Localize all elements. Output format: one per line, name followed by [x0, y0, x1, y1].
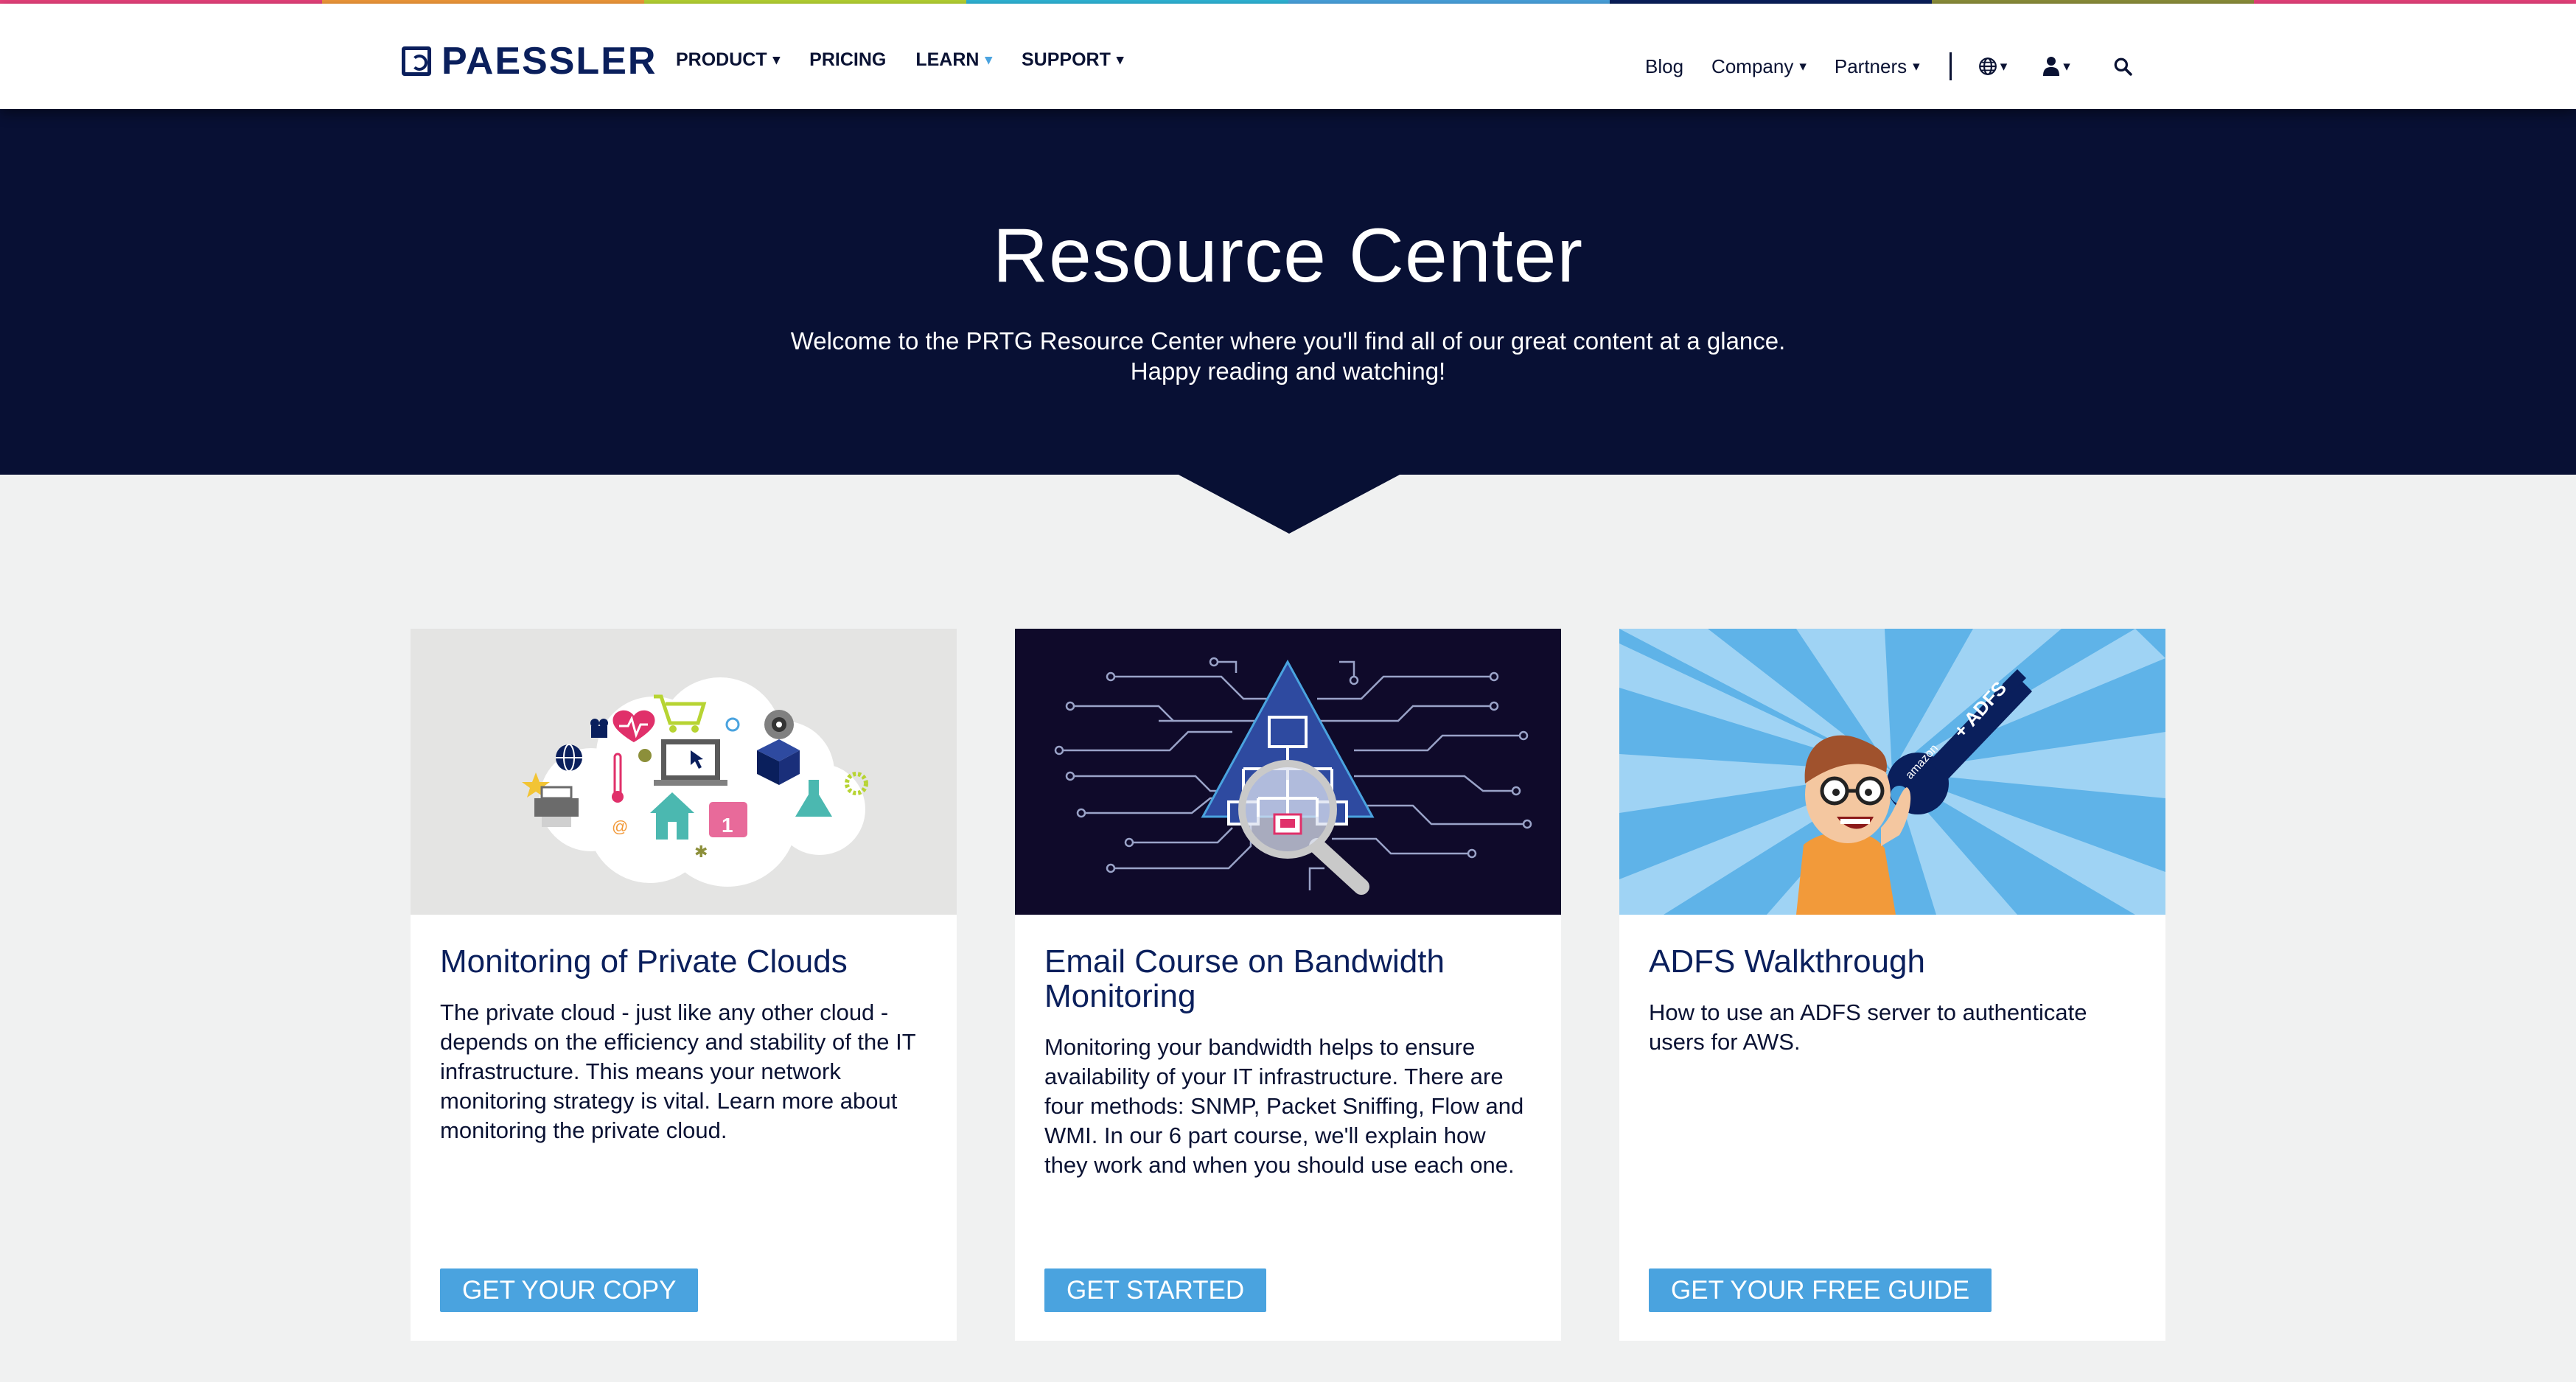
nav-divider: [1949, 52, 1952, 80]
nav-support[interactable]: SUPPORT ▾: [1022, 49, 1123, 71]
card-description: The private cloud - just like any other …: [440, 999, 916, 1143]
video-camera-icon: [590, 719, 608, 738]
card-description: How to use an ADFS server to authenticat…: [1649, 999, 2087, 1055]
circuit-magnifier-illustration: [1054, 657, 1532, 895]
hero-subtitle-line-2: Happy reading and watching!: [1130, 357, 1446, 385]
nav-product-label: PRODUCT: [676, 49, 767, 70]
nav-learn-label: LEARN: [915, 49, 980, 70]
chevron-down-icon: ▾: [2000, 58, 2008, 74]
search-icon: [2114, 57, 2132, 76]
chevron-down-icon: ▾: [1913, 58, 1920, 74]
get-your-free-guide-button[interactable]: GET YOUR FREE GUIDE: [1649, 1268, 1992, 1312]
nav-product[interactable]: PRODUCT ▾: [676, 49, 780, 71]
resource-card: Email Course on Bandwidth Monitoring Mon…: [1015, 629, 1561, 1341]
resource-card: @ 1 ✱ Monitoring of Private Clouds The p…: [411, 629, 957, 1341]
account-menu[interactable]: ▾: [2042, 56, 2070, 77]
svg-text:1: 1: [722, 814, 733, 837]
card-title[interactable]: Email Course on Bandwidth Monitoring: [1044, 944, 1531, 1013]
language-selector[interactable]: ▾: [1978, 57, 2008, 76]
cloud-icons-illustration: @ 1 ✱: [522, 677, 868, 887]
globe-icon: [1978, 57, 1997, 75]
page-title: Resource Center: [992, 213, 1584, 299]
logo-text: PAESSLER: [441, 40, 657, 83]
nav-pricing-label: PRICING: [809, 49, 887, 70]
card-description: Monitoring your bandwidth helps to ensur…: [1044, 1034, 1524, 1178]
search-button[interactable]: [2113, 57, 2132, 76]
gear-small-icon: [638, 749, 652, 762]
chevron-down-icon: ▾: [1799, 58, 1807, 74]
globe-small-icon: [556, 744, 582, 772]
at-sign-icon: @: [612, 817, 628, 836]
chevron-down-icon: ▾: [1116, 52, 1124, 68]
nav-pricing[interactable]: PRICING: [809, 49, 886, 71]
get-your-copy-button[interactable]: GET YOUR COPY: [440, 1268, 699, 1312]
nav-partners[interactable]: Partners ▾: [1835, 55, 1920, 78]
secondary-navigation: Blog Company ▾ Partners ▾ ▾ ▾: [1645, 52, 2132, 80]
nav-support-label: SUPPORT: [1022, 49, 1111, 70]
asterisk-icon: ✱: [694, 842, 708, 861]
nav-blog[interactable]: Blog: [1645, 55, 1683, 78]
calendar-icon: 1: [709, 802, 747, 837]
magnifier-handle: [1309, 838, 1369, 895]
resource-card: + ADFS amazon ADFS Walkthrough How to us…: [1619, 629, 2165, 1341]
laptop-icon: [654, 739, 727, 786]
get-started-button[interactable]: GET STARTED: [1044, 1268, 1267, 1312]
nav-company-label: Company: [1711, 55, 1794, 77]
nav-blog-label: Blog: [1645, 55, 1684, 77]
paessler-logo[interactable]: PAESSLER: [402, 39, 657, 83]
card-title[interactable]: ADFS Walkthrough: [1649, 944, 2135, 979]
chevron-down-icon: ▾: [772, 52, 781, 68]
hero-subtitle-line-1: Welcome to the PRTG Resource Center wher…: [790, 327, 1786, 355]
main-navigation: PRODUCT ▾ PRICING LEARN ▾ SUPPORT ▾: [676, 49, 1123, 71]
site-header: PAESSLER PRODUCT ▾ PRICING LEARN ▾ SUPPO…: [0, 4, 2576, 109]
paessler-logo-icon: [402, 46, 431, 76]
hero-subtitle: Welcome to the PRTG Resource Center wher…: [0, 326, 2576, 386]
character-illustration: [1796, 735, 1911, 915]
hero-pointer-arrow: [1177, 474, 1401, 534]
nav-learn[interactable]: LEARN ▾: [915, 49, 992, 71]
chevron-down-icon: ▾: [985, 52, 992, 68]
bandwidth-circuit-illustration[interactable]: [1015, 629, 1561, 915]
card-title[interactable]: Monitoring of Private Clouds: [440, 944, 926, 979]
chevron-down-icon: ▾: [2063, 58, 2070, 74]
nav-company[interactable]: Company ▾: [1711, 55, 1807, 78]
sunburst-character-illustration: + ADFS amazon: [1619, 629, 2165, 915]
webcam-icon: [764, 710, 794, 739]
private-cloud-illustration[interactable]: @ 1 ✱: [411, 629, 957, 915]
adfs-key-illustration[interactable]: + ADFS amazon: [1619, 629, 2165, 915]
nav-partners-label: Partners: [1834, 55, 1907, 77]
user-icon: [2043, 57, 2060, 76]
hero-banner: Resource Center Welcome to the PRTG Reso…: [0, 109, 2576, 475]
